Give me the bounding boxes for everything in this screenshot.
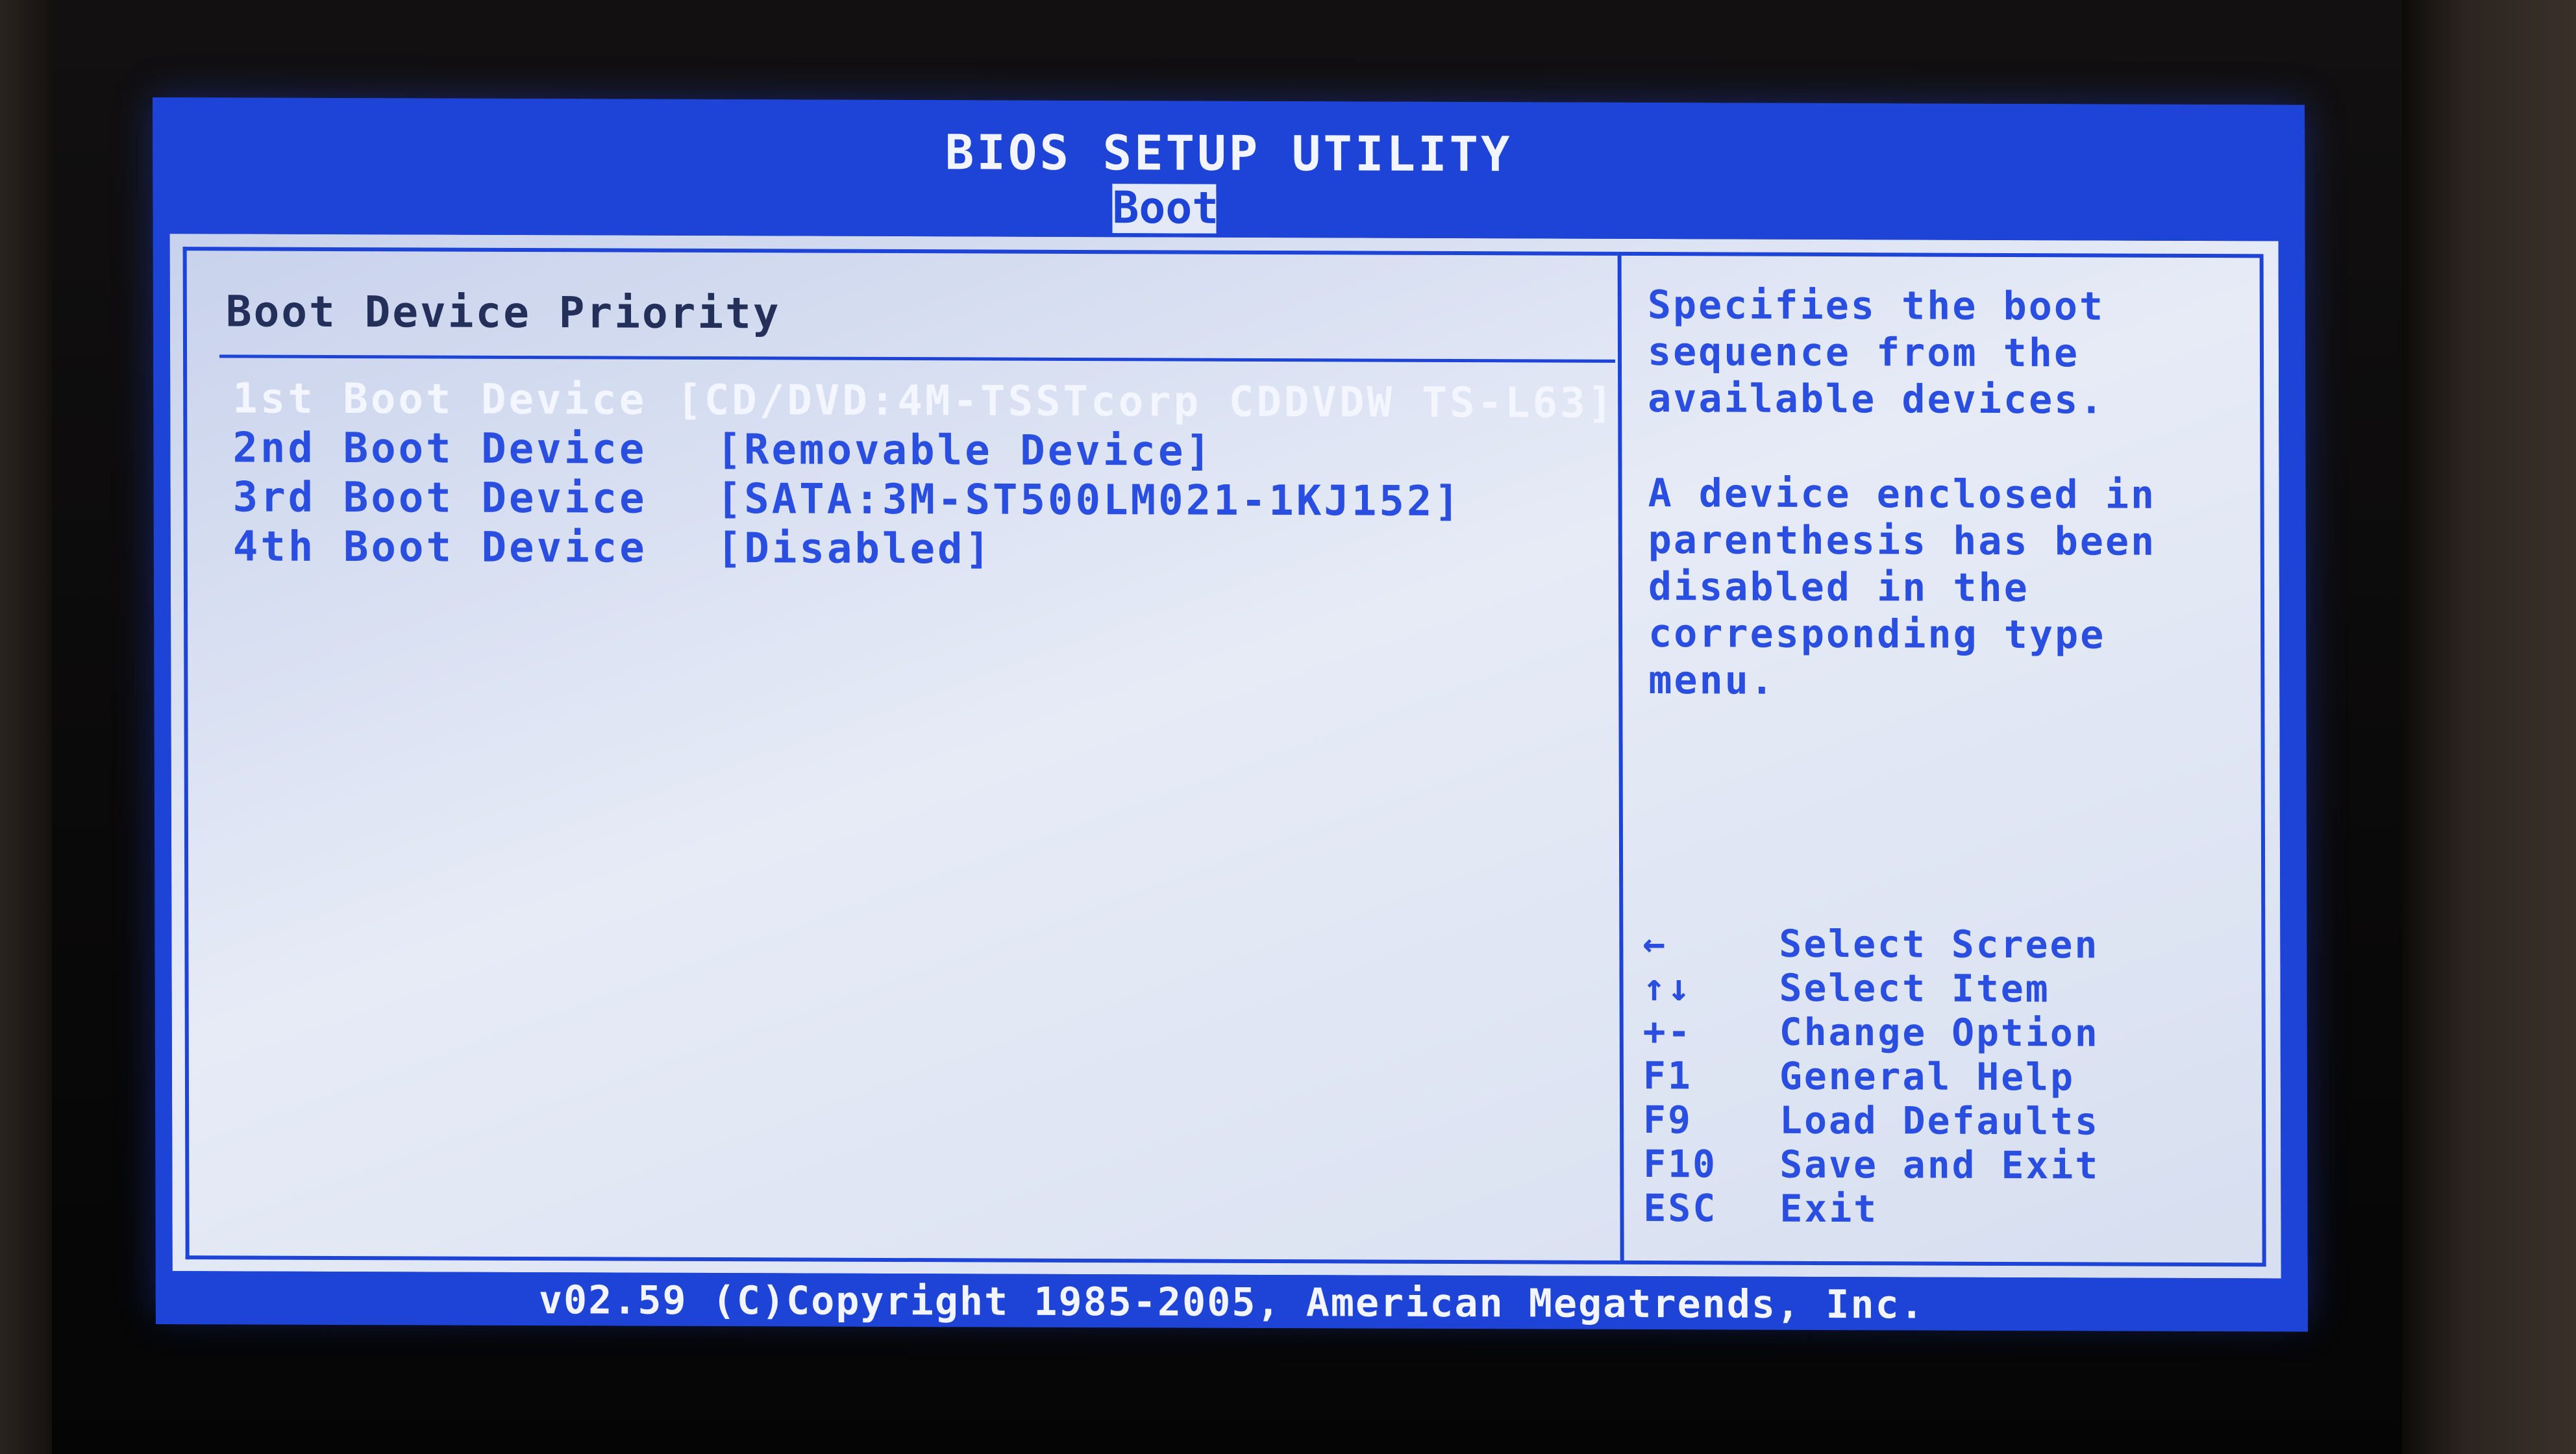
key-action: Select Screen: [1779, 921, 2099, 967]
key-action: Change Option: [1779, 1009, 2099, 1055]
key-row-exit: ESC Exit: [1643, 1186, 2253, 1232]
esc-key: ESC: [1643, 1186, 1718, 1231]
tab-boot[interactable]: Boot: [1112, 182, 1219, 234]
help-note: A device enclosed in parenthesis has bee…: [1648, 470, 2252, 706]
key-action: Load Defaults: [1779, 1098, 2100, 1144]
boot-device-list: 1st Boot Device [CD/DVD:4M-TSSTcorp CDDV…: [232, 374, 1616, 576]
bios-screen: BIOS SETUP UTILITY Boot Boot Device Prio…: [153, 97, 2308, 1332]
up-down-arrow-key: ↑↓: [1642, 965, 1692, 1010]
boot-device-row-1[interactable]: 1st Boot Device [CD/DVD:4M-TSSTcorp CDDV…: [232, 374, 1615, 428]
key-action: Save and Exit: [1779, 1142, 2100, 1188]
help-line: menu.: [1648, 658, 1776, 704]
settings-panel: Boot Device Priority 1st Boot Device [CD…: [182, 247, 1620, 1264]
boot-device-value[interactable]: [SATA:3M-ST500LM021-1KJ152]: [717, 475, 1463, 526]
f9-key: F9: [1643, 1098, 1693, 1142]
help-line: corresponding type: [1648, 611, 2106, 658]
plus-minus-key: +-: [1642, 1009, 1692, 1054]
boot-device-row-2[interactable]: 2nd Boot Device [Removable Device]: [232, 423, 1615, 477]
help-line: sequence from the: [1647, 329, 2080, 376]
key-legend: ← Select Screen ↑↓ Select Item +- Change…: [1642, 921, 2253, 1232]
help-line: disabled in the: [1648, 564, 2029, 611]
boot-device-label: 3rd Boot Device: [232, 473, 647, 523]
help-line: Specifies the boot: [1647, 282, 2105, 330]
key-row-select-item: ↑↓ Select Item: [1642, 965, 2253, 1011]
bios-title: BIOS SETUP UTILITY: [945, 125, 1513, 183]
key-action: Exit: [1779, 1186, 1879, 1231]
boot-device-value[interactable]: [Disabled]: [717, 524, 993, 573]
key-row-general-help: F1 General Help: [1643, 1054, 2253, 1100]
room-background-right: [2402, 0, 2576, 1454]
help-panel: Specifies the boot sequence from the ava…: [1617, 251, 2266, 1267]
key-row-select-screen: ← Select Screen: [1642, 921, 2253, 967]
key-row-load-defaults: F9 Load Defaults: [1643, 1098, 2253, 1144]
key-row-change-option: +- Change Option: [1643, 1009, 2253, 1055]
boot-device-value[interactable]: [Removable Device]: [716, 426, 1213, 476]
key-row-save-exit: F10 Save and Exit: [1643, 1142, 2253, 1188]
boot-device-label: 4th Boot Device: [232, 523, 647, 573]
boot-device-label: 2nd Boot Device: [232, 424, 647, 474]
help-line: available devices.: [1648, 376, 2105, 423]
boot-device-row-4[interactable]: 4th Boot Device [Disabled]: [233, 522, 1616, 576]
title-bar: BIOS SETUP UTILITY: [153, 97, 2305, 222]
section-title: Boot Device Priority: [225, 286, 781, 339]
key-action: General Help: [1779, 1054, 2075, 1100]
f10-key: F10: [1643, 1142, 1718, 1187]
copyright-footer: v02.59 (C)Copyright 1985-2005, American …: [155, 1274, 2308, 1332]
key-action: Select Item: [1779, 965, 2050, 1011]
boot-device-label: 1st Boot Device: [232, 375, 647, 425]
section-divider: [219, 354, 1616, 363]
help-description: Specifies the boot sequence from the ava…: [1648, 282, 2252, 424]
help-line: A device enclosed in: [1648, 471, 2157, 518]
f1-key: F1: [1642, 1054, 1692, 1098]
boot-device-value[interactable]: [CD/DVD:4M-TSSTcorp CDDVDW TS-L63]: [676, 376, 1615, 428]
boot-device-row-3[interactable]: 3rd Boot Device [SATA:3M-ST500LM021-1KJ1…: [233, 473, 1616, 526]
left-arrow-key: ←: [1642, 921, 1668, 966]
help-line: parenthesis has been: [1648, 517, 2157, 565]
room-background-left: [0, 0, 52, 1454]
main-area: Boot Device Priority 1st Boot Device [CD…: [166, 230, 2285, 1283]
